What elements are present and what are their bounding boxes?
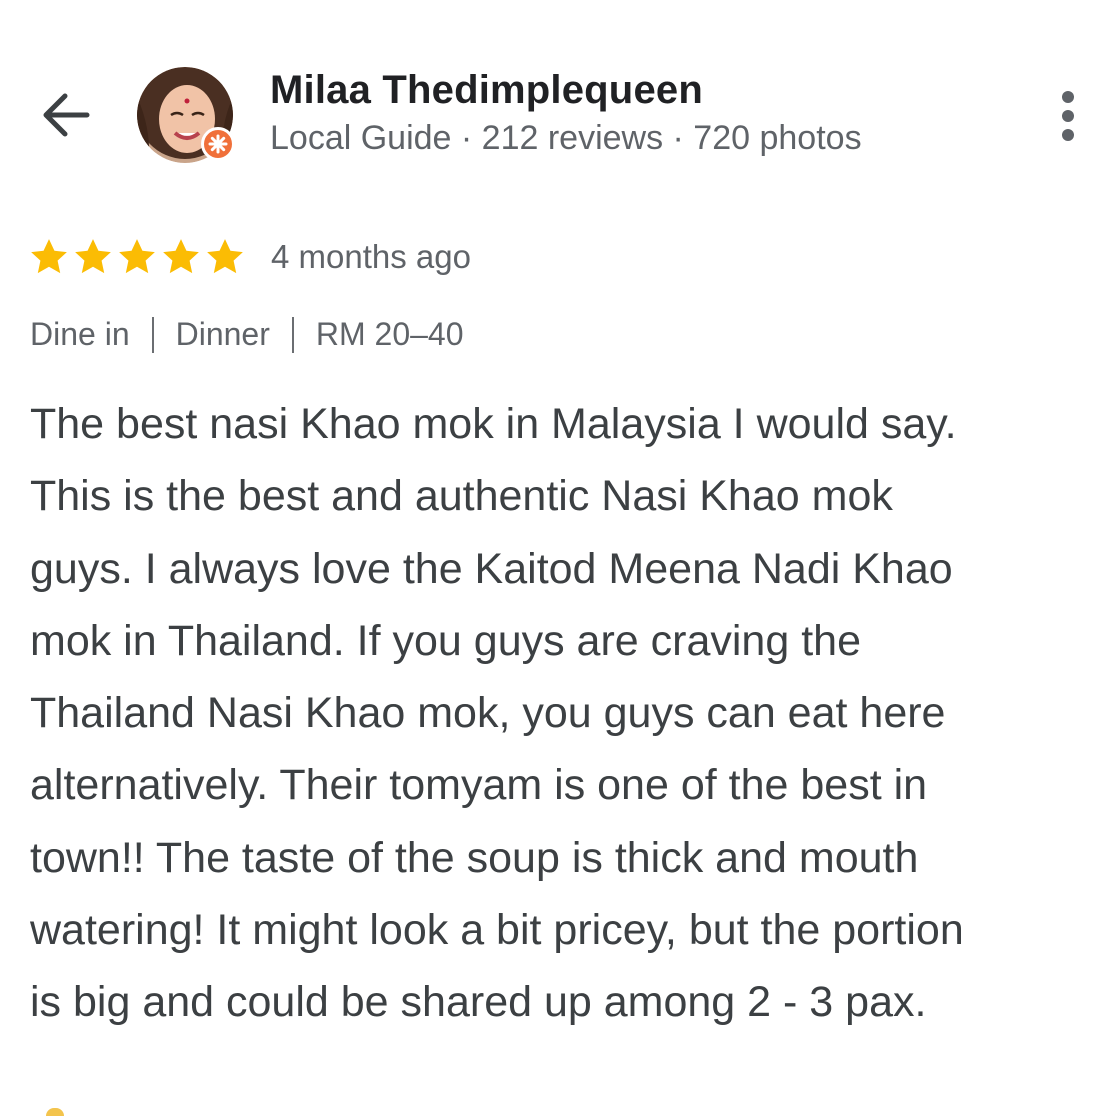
avatar[interactable]: [137, 67, 235, 163]
back-button[interactable]: [34, 84, 96, 146]
reviewer-meta: Local Guide · 212 reviews · 720 photos: [270, 119, 862, 157]
review-attribute: RM 20–40: [315, 316, 464, 352]
rating-row: 4 months ago: [28, 234, 471, 280]
review-text-line: The best nasi Khao mok in Malaysia I wou…: [30, 400, 957, 448]
review-text-line: town!! The taste of the soup is thick an…: [30, 833, 919, 882]
review-text-line: This is the best and authentic Nasi Khao…: [30, 472, 893, 521]
next-item-edge: [46, 1108, 64, 1116]
attribute-divider: [291, 316, 294, 353]
review-attributes: Dine in Dinner RM 20–40: [30, 316, 464, 353]
more-options-button[interactable]: [1046, 86, 1090, 146]
review-text-line: guys. I always love the Kaitod Meena Nad…: [30, 544, 953, 593]
reviewer-name[interactable]: Milaa Thedimplequeen: [270, 68, 703, 113]
star-icon: [160, 236, 202, 278]
more-vertical-icon: [1062, 91, 1074, 103]
review-time: 4 months ago: [271, 238, 471, 275]
star-icon: [116, 236, 158, 278]
review-text-line: alternatively. Their tomyam is one of th…: [30, 761, 928, 810]
star-rating: [28, 236, 246, 278]
star-icon: [72, 236, 114, 278]
review-text-line: is big and could be shared up among 2 - …: [30, 978, 927, 1027]
review-attribute: Dine in: [30, 316, 130, 352]
local-guide-badge-icon: [201, 127, 235, 161]
review-text-line: watering! It might look a bit pricey, bu…: [30, 906, 964, 955]
star-icon: [204, 236, 246, 278]
review-text-line: mok in Thailand. If you guys are craving…: [30, 616, 861, 665]
star-icon: [28, 236, 70, 278]
review-attribute: Dinner: [175, 316, 270, 352]
more-vertical-icon-dot: [1062, 110, 1074, 122]
attribute-divider: [151, 316, 154, 353]
review-page: Milaa Thedimplequeen Local Guide · 212 r…: [0, 0, 1116, 1116]
review-text-line: Thailand Nasi Khao mok, you guys can eat…: [30, 689, 946, 738]
arrow-left-icon: [43, 93, 90, 137]
more-vertical-icon-dot: [1062, 129, 1074, 141]
review-text: The best nasi Khao mok in Malaysia I wou…: [30, 388, 1110, 1039]
